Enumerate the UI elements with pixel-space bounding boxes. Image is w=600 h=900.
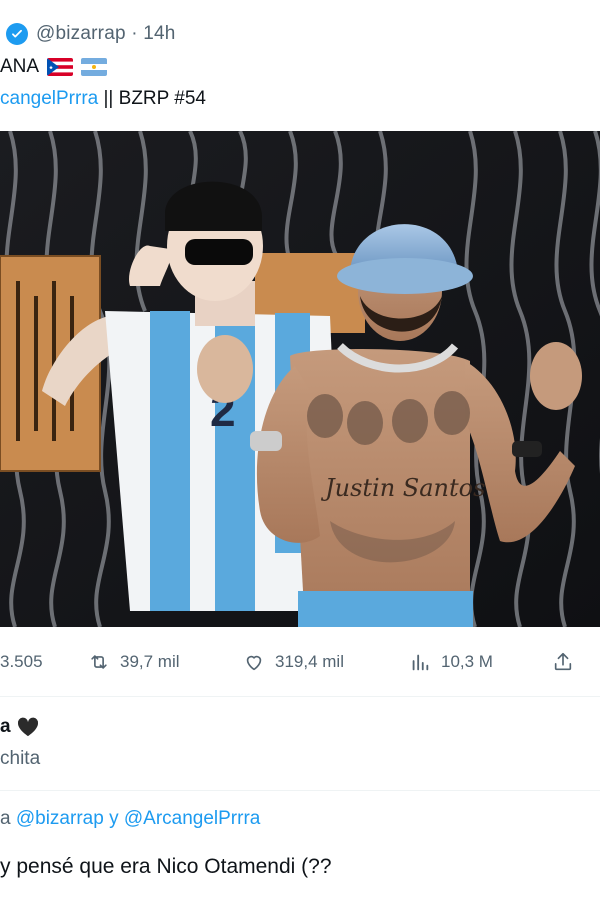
tweet-text-line-2: cangelPrrra || BZRP #54 bbox=[0, 88, 206, 110]
tweet-text: ANA bbox=[0, 56, 40, 77]
verified-badge-icon bbox=[6, 23, 28, 45]
mention-bizarrap[interactable]: @bizarrap bbox=[16, 808, 104, 829]
replying-to-joiner: y bbox=[103, 808, 124, 829]
retweet-icon bbox=[91, 655, 107, 669]
tweet-text-rest: || BZRP #54 bbox=[98, 88, 206, 109]
reply-author-handle[interactable]: chita bbox=[0, 748, 40, 770]
mention-link[interactable]: cangelPrrra bbox=[0, 88, 98, 109]
tweet-text-line-1: ANA bbox=[0, 56, 108, 78]
divider bbox=[0, 790, 600, 791]
retweet-count: 39,7 mil bbox=[120, 652, 180, 671]
divider bbox=[0, 696, 600, 697]
heart-icon bbox=[246, 655, 262, 671]
tweet-photo[interactable]: 2 Justin Santos bbox=[0, 131, 600, 627]
photo-illustration: 2 Justin Santos bbox=[0, 131, 600, 627]
argentina-flag bbox=[81, 58, 108, 76]
reply-count[interactable]: 3.505 bbox=[0, 646, 43, 678]
tweet-time[interactable]: · 14h bbox=[131, 23, 175, 44]
replying-to: a @bizarrap y @ArcangelPrrra bbox=[0, 808, 260, 830]
views-icon bbox=[412, 654, 429, 671]
tweet-header: @bizarrap · 14h bbox=[0, 18, 176, 50]
like-button[interactable]: 319,4 mil bbox=[243, 646, 344, 678]
tweet-actions: 3.505 39,7 mil 319,4 mil 10,3 M bbox=[0, 646, 600, 678]
views-button[interactable]: 10,3 M bbox=[409, 646, 493, 678]
author-handle[interactable]: @bizarrap · 14h bbox=[36, 23, 176, 45]
tattoo-text: Justin Santos bbox=[320, 474, 485, 502]
share-button[interactable] bbox=[552, 646, 574, 678]
reply-author-name[interactable]: a bbox=[0, 716, 39, 738]
replying-to-prefix: a bbox=[0, 808, 16, 829]
black-heart-icon bbox=[17, 717, 38, 737]
reply-count-text: 3.505 bbox=[0, 652, 43, 671]
share-icon bbox=[554, 652, 572, 671]
retweet-button[interactable]: 39,7 mil bbox=[88, 646, 180, 678]
puerto-rico-flag bbox=[47, 58, 74, 76]
reply-text: y pensé que era Nico Otamendi (?? bbox=[0, 855, 332, 878]
reply-author-text: a bbox=[0, 716, 11, 737]
views-count: 10,3 M bbox=[441, 652, 493, 671]
like-count: 319,4 mil bbox=[275, 652, 344, 671]
mention-arcangel[interactable]: @ArcangelPrrra bbox=[124, 808, 261, 829]
